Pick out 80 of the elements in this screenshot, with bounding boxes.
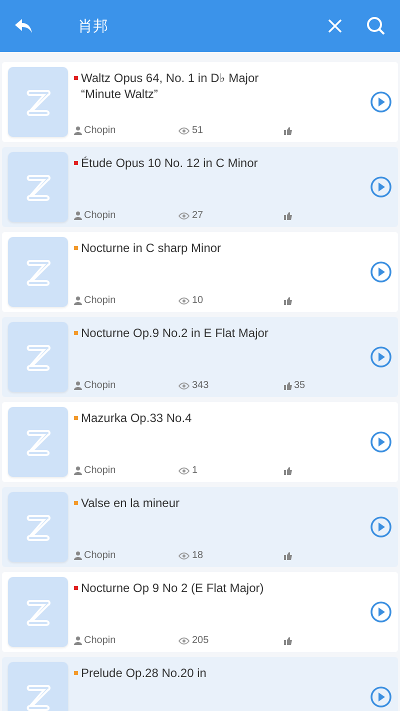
- person-icon: [74, 126, 82, 135]
- play-button[interactable]: [370, 431, 392, 453]
- piece-card[interactable]: Mazurka Op.33 No.4 Chopin 1: [2, 402, 398, 482]
- play-icon: [370, 346, 392, 368]
- back-arrow-icon: [14, 17, 34, 35]
- piece-title: Valse en la mineur: [81, 495, 180, 511]
- view-count: 18: [192, 550, 204, 561]
- play-icon: [370, 261, 392, 283]
- close-icon: [328, 19, 342, 33]
- piece-card[interactable]: Étude Opus 10 No. 12 in C Minor Chopin 27: [2, 147, 398, 227]
- search-icon: [366, 16, 386, 36]
- header-title: 肖邦: [77, 16, 109, 36]
- play-icon: [370, 91, 392, 113]
- author-name: Chopin: [84, 210, 116, 221]
- play-icon: [370, 601, 392, 623]
- view-count: 10: [192, 295, 204, 306]
- eye-icon: [178, 636, 190, 644]
- thumbs-up-icon: [284, 466, 292, 474]
- play-button[interactable]: [370, 261, 392, 283]
- piece-card[interactable]: Nocturne Op.9 No.2 in E Flat Major Chopin 343 35: [2, 317, 398, 397]
- play-button[interactable]: [370, 346, 392, 368]
- piece-title: Mazurka Op.33 No.4: [81, 410, 192, 426]
- scroll-thumbnail: [8, 407, 68, 477]
- author-name: Chopin: [84, 125, 116, 136]
- eye-icon: [178, 126, 190, 134]
- eye-icon: [178, 552, 190, 560]
- scroll-thumbnail: [8, 662, 68, 711]
- piece-card[interactable]: Nocturne in C sharp Minor Chopin 10: [2, 232, 398, 312]
- eye-icon: [178, 212, 190, 220]
- scroll-thumbnail: [8, 492, 68, 562]
- piece-title: Étude Opus 10 No. 12 in C Minor: [81, 155, 258, 171]
- scroll-thumbnail: [8, 237, 68, 307]
- author-name: Chopin: [84, 295, 116, 306]
- play-button[interactable]: [370, 686, 392, 708]
- play-button[interactable]: [370, 601, 392, 623]
- piece-title: Prelude Op.28 No.20 in: [81, 665, 206, 681]
- play-icon: [370, 516, 392, 538]
- eye-icon: [178, 382, 190, 390]
- piece-card[interactable]: Prelude Op.28 No.20 in: [2, 657, 398, 711]
- piece-card[interactable]: Nocturne Op 9 No 2 (E Flat Major) Chopin 205: [2, 572, 398, 652]
- like-count: 35: [294, 380, 306, 391]
- author-name: Chopin: [84, 380, 116, 391]
- play-button[interactable]: [370, 176, 392, 198]
- piece-title: Nocturne Op.9 No.2 in E Flat Major: [81, 325, 268, 341]
- scroll-thumbnail: [8, 577, 68, 647]
- play-button[interactable]: [370, 91, 392, 113]
- person-icon: [74, 551, 82, 560]
- person-icon: [74, 466, 82, 475]
- thumbs-up-icon: [284, 296, 292, 304]
- piece-title: Nocturne Op 9 No 2 (E Flat Major): [81, 580, 264, 596]
- piece-card[interactable]: Waltz Opus 64, No. 1 in D♭ Major “Minute Waltz” Chopin 51: [2, 62, 398, 142]
- person-icon: [74, 211, 82, 220]
- play-icon: [370, 686, 392, 708]
- thumbs-up-icon: [284, 382, 292, 390]
- thumbs-up-icon: [284, 126, 292, 134]
- scroll-thumbnail: [8, 67, 68, 137]
- thumbs-up-icon: [284, 552, 292, 560]
- eye-icon: [178, 466, 190, 474]
- view-count: 27: [192, 210, 204, 221]
- person-icon: [74, 636, 82, 645]
- thumbs-up-icon: [284, 636, 292, 644]
- piece-title: Nocturne in C sharp Minor: [81, 240, 222, 256]
- author-name: Chopin: [84, 465, 116, 476]
- scroll-thumbnail: [8, 152, 68, 222]
- eye-icon: [178, 296, 190, 304]
- view-count: 51: [192, 125, 204, 136]
- author-name: Chopin: [84, 550, 116, 561]
- piece-title: Waltz Opus 64, No. 1 in D♭ Major “Minute Waltz”: [81, 70, 260, 102]
- view-count: 205: [192, 635, 209, 646]
- view-count: 1: [192, 465, 198, 476]
- piece-card[interactable]: Valse en la mineur Chopin 18: [2, 487, 398, 567]
- play-icon: [370, 176, 392, 198]
- play-button[interactable]: [370, 516, 392, 538]
- thumbs-up-icon: [284, 212, 292, 220]
- play-icon: [370, 431, 392, 453]
- scroll-thumbnail: [8, 322, 68, 392]
- author-name: Chopin: [84, 635, 116, 646]
- person-icon: [74, 296, 82, 305]
- person-icon: [74, 381, 82, 390]
- view-count: 343: [192, 380, 209, 391]
